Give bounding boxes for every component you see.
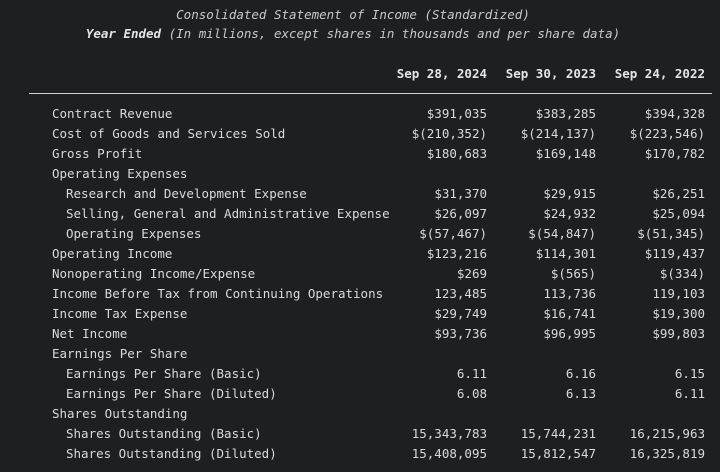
row-value: 16,325,819 bbox=[629, 446, 705, 461]
row-value: $119,437 bbox=[644, 246, 705, 261]
table-row: Earnings Per Share bbox=[0, 344, 720, 364]
table-row: Shares Outstanding bbox=[0, 404, 720, 424]
row-value: $29,749 bbox=[434, 306, 487, 321]
table-row: Income Before Tax from Continuing Operat… bbox=[0, 284, 720, 304]
row-value: $19,300 bbox=[652, 306, 705, 321]
row-value: 6.16 bbox=[565, 366, 596, 381]
table-row: Operating Expenses bbox=[0, 164, 720, 184]
row-value: $93,736 bbox=[434, 326, 487, 341]
row-value: 16,215,963 bbox=[629, 426, 705, 441]
row-label: Contract Revenue bbox=[52, 106, 173, 121]
row-value: $96,995 bbox=[543, 326, 596, 341]
row-label: Operating Expenses bbox=[52, 166, 188, 181]
row-value: 6.11 bbox=[674, 386, 705, 401]
row-value: 6.11 bbox=[456, 366, 487, 381]
table-row: Research and Development Expense $31,370 $… bbox=[0, 184, 720, 204]
table-row: Operating Expenses $(57,467) $(54,847) $(51… bbox=[0, 224, 720, 244]
statement-title: Consolidated Statement of Income (Standa… bbox=[176, 7, 530, 22]
row-label: Earnings Per Share (Basic) bbox=[66, 366, 262, 381]
row-value: 15,744,231 bbox=[520, 426, 596, 441]
table-row: Operating Income $123,216 $114,301 $119,437 bbox=[0, 244, 720, 264]
row-value: $169,148 bbox=[535, 146, 596, 161]
row-value: 15,343,783 bbox=[411, 426, 487, 441]
table-row: Selling, General and Administrative Expe… bbox=[0, 204, 720, 224]
table-row: Earnings Per Share (Basic) 6.11 6.16 6.15 bbox=[0, 364, 720, 384]
table-row: Shares Outstanding (Basic) 15,343,783 15,7… bbox=[0, 424, 720, 444]
row-value: $26,097 bbox=[434, 206, 487, 221]
subtitle-units: (In millions, except shares in thousands… bbox=[161, 26, 621, 41]
column-header-2023: Sep 30, 2023 bbox=[505, 66, 596, 81]
row-label: Selling, General and Administrative Expe… bbox=[66, 206, 390, 221]
table-row: Earnings Per Share (Diluted) 6.08 6.13 6.11 bbox=[0, 384, 720, 404]
row-value: $180,683 bbox=[426, 146, 487, 161]
subtitle-period: Year Ended bbox=[85, 26, 162, 41]
row-label: Shares Outstanding bbox=[52, 406, 188, 421]
row-value: $391,035 bbox=[426, 106, 487, 121]
column-header-2024: Sep 28, 2024 bbox=[396, 66, 487, 81]
row-value: $26,251 bbox=[652, 186, 705, 201]
row-value: $99,803 bbox=[652, 326, 705, 341]
table-row: Cost of Goods and Services Sold $(210,352… bbox=[0, 124, 720, 144]
row-label: Income Before Tax from Continuing Operat… bbox=[52, 286, 384, 301]
row-value: 6.13 bbox=[565, 386, 596, 401]
row-label: Operating Expenses bbox=[66, 226, 202, 241]
row-label: Cost of Goods and Services Sold bbox=[52, 126, 286, 141]
row-label: Earnings Per Share (Diluted) bbox=[66, 386, 277, 401]
row-value: 15,812,547 bbox=[520, 446, 596, 461]
column-header-2022: Sep 24, 2022 bbox=[614, 66, 705, 81]
row-value: $(51,345) bbox=[637, 226, 705, 241]
row-value: $24,932 bbox=[543, 206, 596, 221]
row-value: $(214,137) bbox=[520, 126, 596, 141]
row-value: $123,216 bbox=[426, 246, 487, 261]
row-value: $383,285 bbox=[535, 106, 596, 121]
row-value: 119,103 bbox=[652, 286, 705, 301]
table-row: Contract Revenue $391,035 $383,285 $394,328 bbox=[0, 104, 720, 124]
row-value: $(223,546) bbox=[629, 126, 705, 141]
row-label: Net Income bbox=[52, 326, 128, 341]
row-value: $(210,352) bbox=[411, 126, 487, 141]
row-value: $16,741 bbox=[543, 306, 596, 321]
row-label: Shares Outstanding (Diluted) bbox=[66, 446, 277, 461]
row-value: 113,736 bbox=[543, 286, 596, 301]
row-value: $114,301 bbox=[535, 246, 596, 261]
row-label: Operating Income bbox=[52, 246, 173, 261]
row-label: Gross Profit bbox=[52, 146, 143, 161]
table-row: Net Income $93,736 $96,995 $99,803 bbox=[0, 324, 720, 344]
row-value: 6.08 bbox=[456, 386, 487, 401]
row-value: $269 bbox=[456, 266, 487, 281]
row-value: 6.15 bbox=[674, 366, 705, 381]
row-value: $25,094 bbox=[652, 206, 705, 221]
row-label: Nonoperating Income/Expense bbox=[52, 266, 256, 281]
row-label: Research and Development Expense bbox=[66, 186, 307, 201]
row-value: $29,915 bbox=[543, 186, 596, 201]
row-value: $(565) bbox=[550, 266, 596, 281]
table-row: Nonoperating Income/Expense $269 $(565) $(3… bbox=[0, 264, 720, 284]
row-value: 15,408,095 bbox=[411, 446, 487, 461]
statement-subtitle: Year Ended (In millions, except shares i… bbox=[0, 26, 706, 42]
row-value: $170,782 bbox=[644, 146, 705, 161]
table-row: Income Tax Expense $29,749 $16,741 $19,300 bbox=[0, 304, 720, 324]
row-value: $(57,467) bbox=[419, 226, 487, 241]
table-row: Shares Outstanding (Diluted) 15,408,095 15… bbox=[0, 444, 720, 464]
row-label: Earnings Per Share bbox=[52, 346, 188, 361]
row-value: $31,370 bbox=[434, 186, 487, 201]
table-row: Gross Profit $180,683 $169,148 $170,782 bbox=[0, 144, 720, 164]
row-label: Income Tax Expense bbox=[52, 306, 188, 321]
header-divider bbox=[29, 93, 712, 94]
row-value: $(334) bbox=[659, 266, 705, 281]
row-value: $(54,847) bbox=[528, 226, 596, 241]
row-value: $394,328 bbox=[644, 106, 705, 121]
row-label: Shares Outstanding (Basic) bbox=[66, 426, 262, 441]
row-value: 123,485 bbox=[434, 286, 487, 301]
